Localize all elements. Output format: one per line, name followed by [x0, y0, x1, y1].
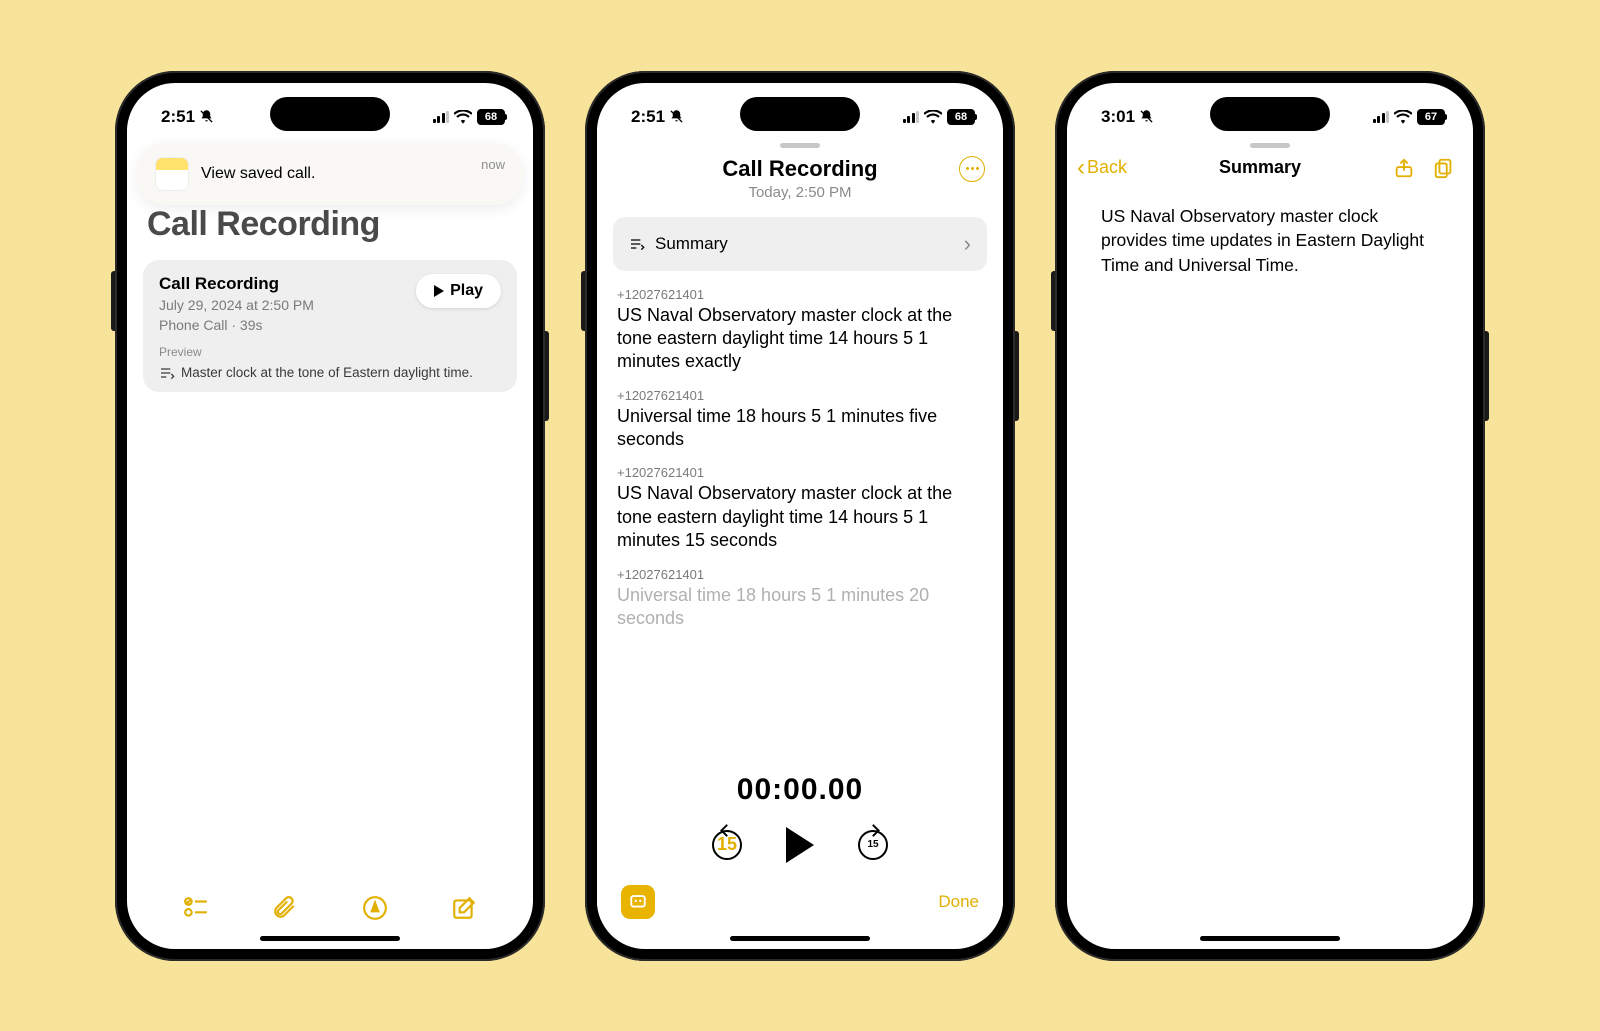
- bell-off-icon: [199, 109, 214, 124]
- cellular-icon: [433, 111, 450, 123]
- cellular-icon: [903, 111, 920, 123]
- copy-icon[interactable]: [1433, 157, 1455, 179]
- play-button[interactable]: Play: [416, 274, 501, 308]
- caller-number: +12027621401: [617, 567, 983, 582]
- bottom-toolbar: [127, 895, 533, 921]
- page-title: Summary: [1219, 157, 1301, 178]
- checklist-icon[interactable]: [183, 895, 209, 921]
- notification-time: now: [481, 157, 505, 172]
- timecode: 00:00.00: [597, 773, 1003, 807]
- skip-forward-button[interactable]: 15: [858, 830, 888, 860]
- chevron-right-icon: ›: [964, 231, 971, 257]
- caller-number: +12027621401: [617, 388, 983, 403]
- notification-title: View saved call.: [201, 165, 469, 183]
- home-indicator[interactable]: [260, 936, 400, 941]
- segment-text: Universal time 18 hours 5 1 minutes five…: [617, 405, 983, 452]
- chevron-left-icon: ‹: [1077, 156, 1085, 180]
- page-title: Call Recording: [127, 205, 533, 252]
- back-label: Back: [1087, 157, 1127, 178]
- screen-3: 3:01 67 ‹ Back Summary US Naval Observat…: [1067, 83, 1473, 949]
- battery-indicator: 68: [477, 109, 505, 125]
- card-title: Call Recording: [159, 274, 314, 294]
- play-icon: [434, 285, 444, 297]
- preview-text: Master clock at the tone of Eastern dayl…: [181, 365, 473, 380]
- recording-card[interactable]: Call Recording July 29, 2024 at 2:50 PM …: [143, 260, 517, 393]
- transcript-segment: +12027621401 US Naval Observatory master…: [617, 465, 983, 552]
- transcript-segment: +12027621401 Universal time 18 hours 5 1…: [617, 567, 983, 631]
- play-button[interactable]: [786, 827, 814, 863]
- transcript-icon: [629, 237, 645, 251]
- skip-back-button[interactable]: 15: [712, 830, 742, 860]
- notification-banner[interactable]: View saved call. now: [137, 143, 523, 205]
- transcript-segment: +12027621401 Universal time 18 hours 5 1…: [617, 388, 983, 452]
- segment-text: Universal time 18 hours 5 1 minutes 20 s…: [617, 584, 983, 631]
- share-icon[interactable]: [1393, 157, 1415, 179]
- transcript-toggle-button[interactable]: [621, 885, 655, 919]
- caller-number: +12027621401: [617, 465, 983, 480]
- summary-label: Summary: [655, 234, 728, 254]
- compose-icon[interactable]: [451, 895, 477, 921]
- more-button[interactable]: [959, 156, 985, 182]
- preview-label: Preview: [159, 345, 501, 359]
- player-controls: 00:00.00 15 15 Done: [597, 751, 1003, 919]
- card-date: July 29, 2024 at 2:50 PM: [159, 296, 314, 315]
- screen-1: 2:51 68 View saved call. now Call Record…: [127, 83, 533, 949]
- phone-2: 2:51 68 Call Recording Today, 2:50 PM Su…: [585, 71, 1015, 961]
- wifi-icon: [454, 110, 472, 124]
- screen-2: 2:51 68 Call Recording Today, 2:50 PM Su…: [597, 83, 1003, 949]
- play-label: Play: [450, 282, 483, 300]
- home-indicator[interactable]: [730, 936, 870, 941]
- phone-1: 2:51 68 View saved call. now Call Record…: [115, 71, 545, 961]
- dynamic-island: [740, 97, 860, 131]
- segment-text: US Naval Observatory master clock at the…: [617, 304, 983, 374]
- transcript-segment: +12027621401 US Naval Observatory master…: [617, 287, 983, 374]
- battery-indicator: 68: [947, 109, 975, 125]
- bell-off-icon: [1139, 109, 1154, 124]
- dynamic-island: [270, 97, 390, 131]
- clock: 2:51: [161, 107, 195, 127]
- dynamic-island: [1210, 97, 1330, 131]
- nav-bar: ‹ Back Summary: [1067, 148, 1473, 188]
- recording-title: Call Recording: [613, 156, 987, 182]
- clock: 3:01: [1101, 107, 1135, 127]
- home-indicator[interactable]: [1200, 936, 1340, 941]
- markup-icon[interactable]: [362, 895, 388, 921]
- battery-indicator: 67: [1417, 109, 1445, 125]
- back-button[interactable]: ‹ Back: [1077, 156, 1127, 180]
- done-button[interactable]: Done: [938, 892, 979, 912]
- caller-number: +12027621401: [617, 287, 983, 302]
- recording-subtitle: Today, 2:50 PM: [613, 184, 987, 201]
- cellular-icon: [1373, 111, 1390, 123]
- phone-3: 3:01 67 ‹ Back Summary US Naval Observat…: [1055, 71, 1485, 961]
- segment-text: US Naval Observatory master clock at the…: [617, 482, 983, 552]
- bell-off-icon: [669, 109, 684, 124]
- clock: 2:51: [631, 107, 665, 127]
- summary-text: US Naval Observatory master clock provid…: [1067, 188, 1473, 294]
- summary-row[interactable]: Summary ›: [613, 217, 987, 271]
- card-meta: Phone Call · 39s: [159, 316, 314, 335]
- notes-app-icon: [155, 157, 189, 191]
- attachment-icon[interactable]: [272, 895, 298, 921]
- wifi-icon: [924, 110, 942, 124]
- wifi-icon: [1394, 110, 1412, 124]
- transcript-icon: [159, 366, 175, 380]
